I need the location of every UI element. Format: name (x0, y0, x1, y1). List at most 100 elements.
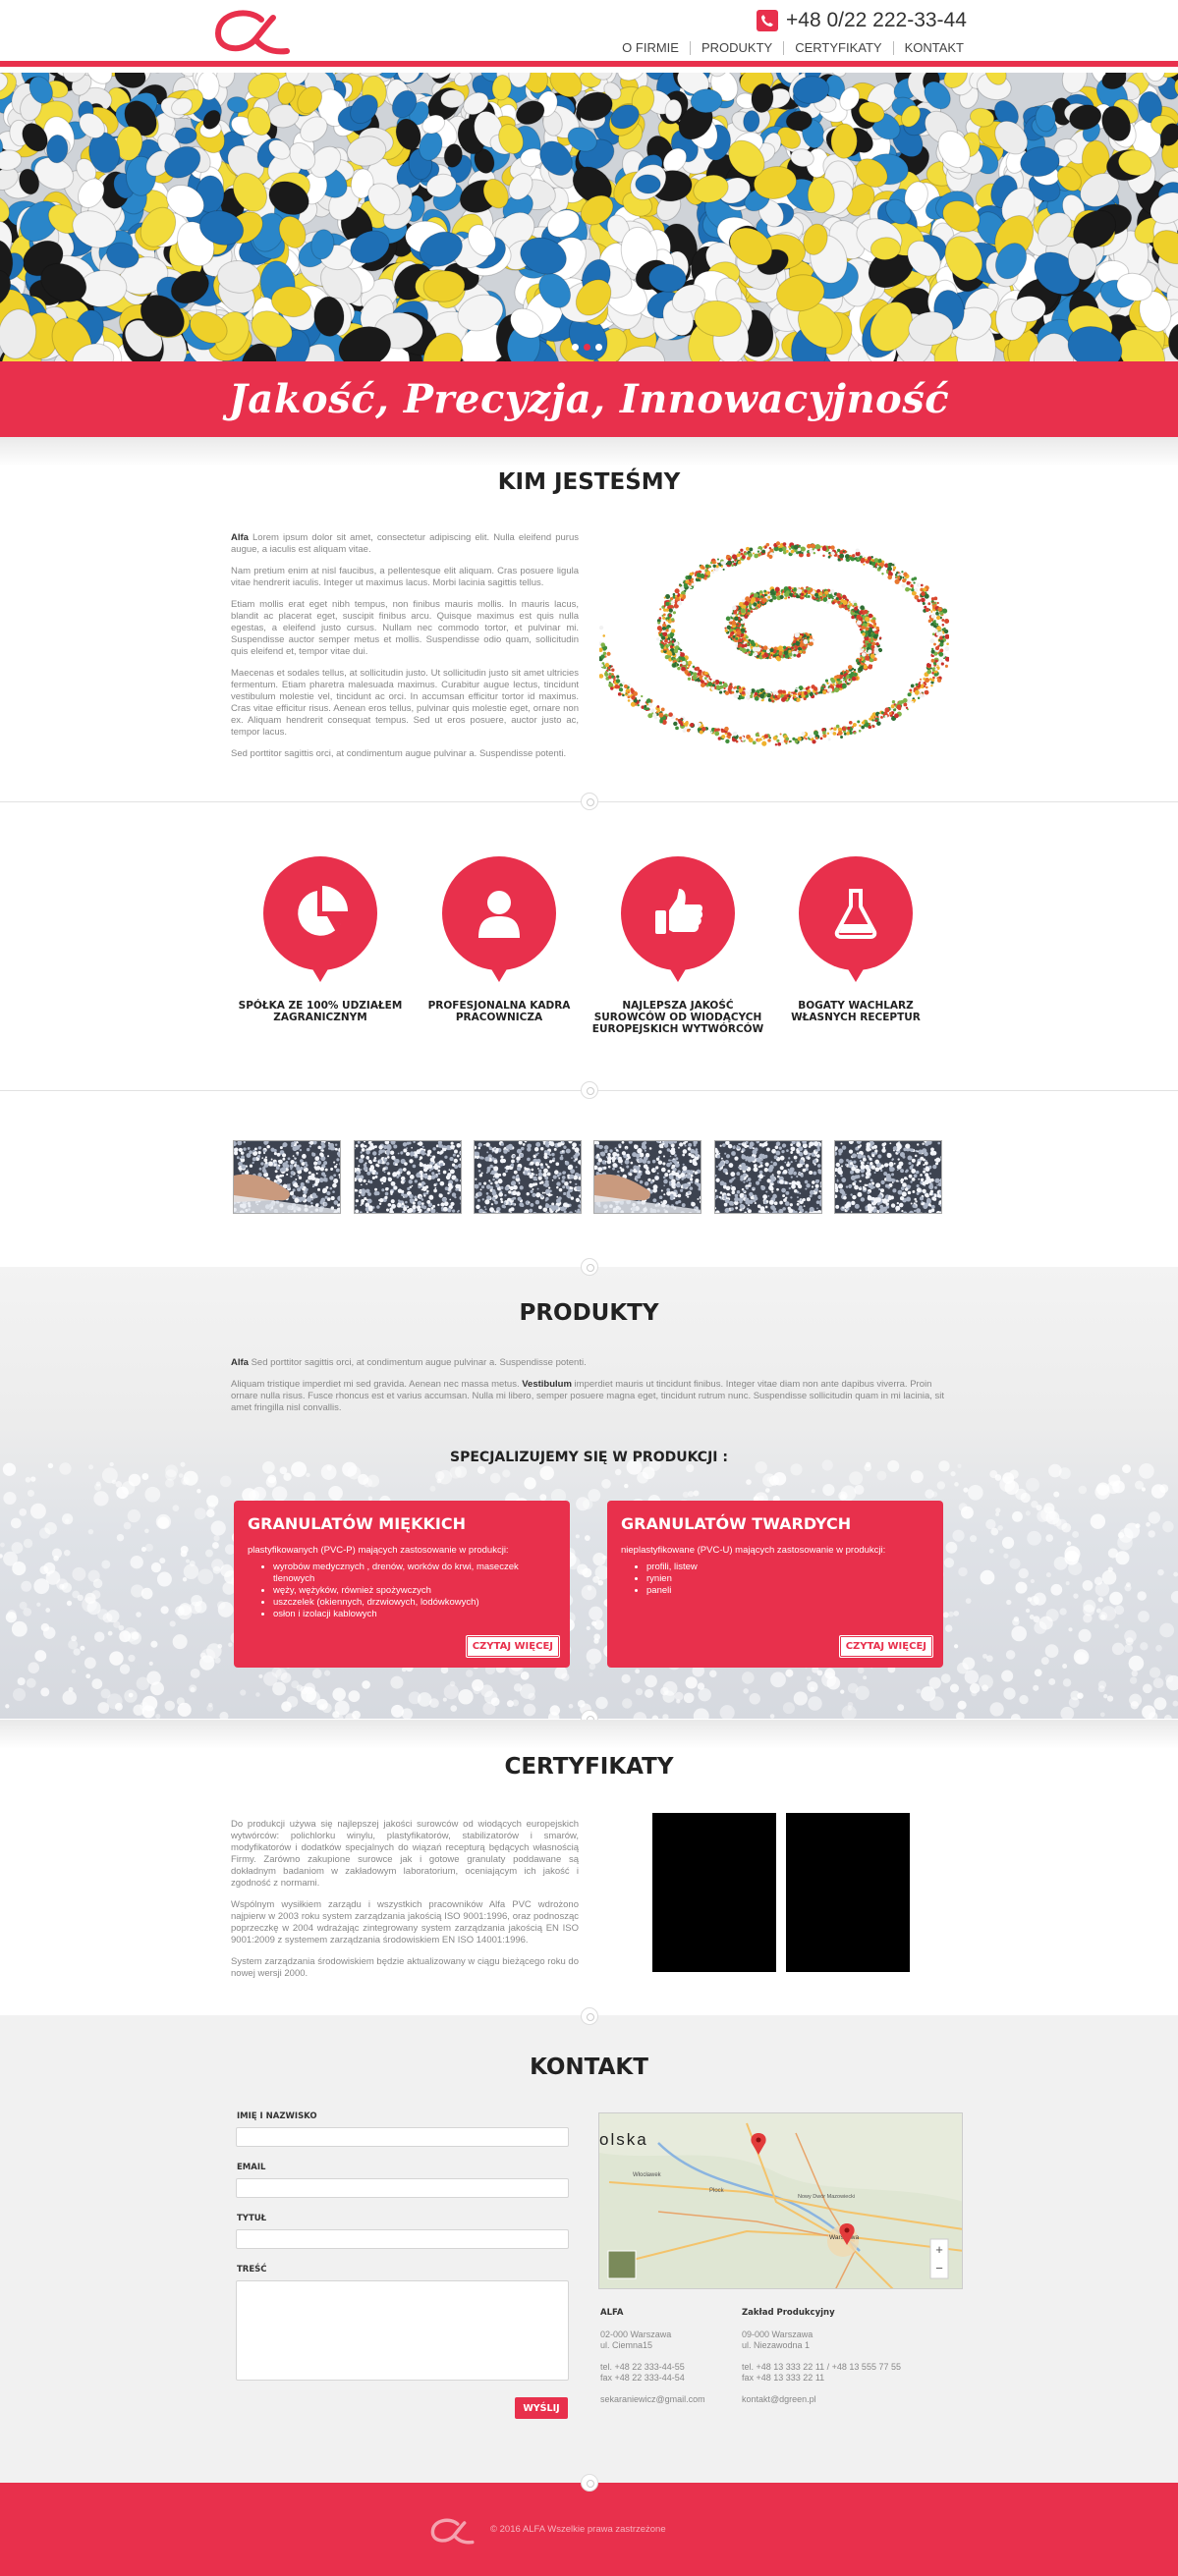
certs-title: CERTYFIKATY (504, 1754, 674, 1780)
products-section (0, 1267, 1178, 1719)
divider-icon (581, 1081, 598, 1099)
gallery-thumb[interactable] (714, 1140, 822, 1214)
list-item: profili, listew (646, 1562, 929, 1573)
divider-icon (581, 2474, 598, 2492)
copyright-text: © 2016 ALFA Wszelkie prawa zastrzeżone (490, 2524, 666, 2535)
divider-icon (581, 2007, 598, 2025)
name-input[interactable] (236, 2127, 569, 2147)
products-text: Alfa Sed porttitor sagittis orci, at con… (231, 1357, 946, 1424)
list-item: osłon i izolacji kablowych (273, 1609, 556, 1620)
read-more-button[interactable]: CZYTAJ WIĘCEJ (838, 1635, 933, 1658)
gallery-thumb[interactable] (474, 1140, 582, 1214)
address-plant: Zakład Produkcyjny 09-000 Warszawa ul. N… (742, 2307, 968, 2405)
divider-icon (581, 1258, 598, 1276)
address-line: ul. Niezawodna 1 (742, 2340, 811, 2350)
about-text: Alfa Lorem ipsum dolor sit amet, consect… (231, 532, 579, 770)
pie-chart-icon (298, 886, 348, 936)
address-company: ALFA 02-000 Warszawa ul. Ciemna15 tel. +… (600, 2307, 738, 2405)
message-textarea[interactable] (236, 2280, 569, 2381)
card-list: profili, listew rynien paneli (621, 1562, 929, 1597)
hero-slider (0, 73, 1178, 361)
phone-icon (757, 10, 778, 31)
email-label: EMAIL (237, 2163, 266, 2172)
footer-alpha-logo-icon[interactable] (425, 2516, 478, 2546)
address-phone: tel. +48 13 333 22 11 / +48 13 555 77 55 (742, 2362, 901, 2372)
gallery-image (594, 1141, 701, 1213)
list-item: rynien (646, 1573, 929, 1585)
products-p2-bold: Vestibulum (522, 1379, 572, 1390)
subject-input[interactable] (236, 2229, 569, 2249)
address-fax: fax +48 22 333-44-54 (600, 2373, 685, 2383)
card-title: GRANULATÓW TWARDYCH (621, 1514, 852, 1533)
about-p3: Etiam mollis erat eget nibh tempus, non … (231, 599, 579, 657)
divider-icon (581, 793, 598, 810)
nav-item-produkty[interactable]: PRODUKTY (689, 41, 783, 55)
flask-icon (834, 889, 877, 939)
feature-item: SPÓŁKA ZE 100% UDZIAŁEM ZAGRANICZNYM (232, 856, 409, 1023)
slider-dot-1[interactable] (572, 344, 579, 351)
feature-item: NAJLEPSZA JAKOŚĆ SUROWCÓW OD WIODĄCYCH E… (589, 856, 766, 1035)
hero-image (0, 73, 1178, 361)
slider-dot-2[interactable] (584, 344, 590, 351)
map[interactable]: + − olska Włocławek Płock Nowy Dwór Mazo… (598, 2112, 963, 2289)
gallery-image (715, 1141, 821, 1213)
read-more-button[interactable]: CZYTAJ WIĘCEJ (465, 1635, 560, 1658)
phone-text: +48 0/22 222-33-44 (786, 9, 967, 31)
certs-p3: System zarządzania środowiskiem będzie a… (231, 1956, 579, 1979)
list-item: paneli (646, 1585, 929, 1597)
address-line: 02-000 Warszawa (600, 2329, 672, 2339)
gallery-thumb[interactable] (834, 1140, 942, 1214)
address-line: ul. Ciemna15 (600, 2340, 653, 2350)
gallery-image (355, 1141, 461, 1213)
product-card-soft: GRANULATÓW MIĘKKICH plastyfikowanych (PV… (234, 1501, 570, 1668)
alpha-logo-icon[interactable] (210, 6, 293, 57)
section-shadow (0, 437, 1178, 466)
about-granules-image (599, 525, 949, 761)
about-p4: Maecenas et sodales tellus, at sollicitu… (231, 668, 579, 738)
address-phone: tel. +48 22 333-44-55 (600, 2362, 685, 2372)
feature-text: BOGATY WACHLARZ WŁASNYCH RECEPTUR (791, 1000, 921, 1023)
contact-title: KONTAKT (530, 2055, 648, 2080)
about-title: KIM JESTEŚMY (497, 469, 681, 495)
products-lead-bold: Alfa (231, 1357, 249, 1368)
gallery-thumb[interactable] (233, 1140, 341, 1214)
about-p1: Lorem ipsum dolor sit amet, consectetur … (231, 532, 579, 555)
certs-text: Do produkcji używa się najlepszej jakośc… (231, 1819, 579, 1990)
address-name: Zakład Produkcyjny (742, 2308, 835, 2318)
map-image: + − olska Włocławek Płock Nowy Dwór Mazo… (599, 2113, 962, 2288)
feature-item: BOGATY WACHLARZ WŁASNYCH RECEPTUR (767, 856, 944, 1023)
feature-text: SPÓŁKA ZE 100% UDZIAŁEM ZAGRANICZNYM (238, 1000, 403, 1023)
card-title: GRANULATÓW MIĘKKICH (248, 1514, 466, 1533)
site-header: +48 0/22 222-33-44 O FIRMIE PRODUKTY CER… (0, 0, 1178, 67)
slider-dots (572, 344, 602, 351)
address-name: ALFA (600, 2308, 624, 2318)
feature-item: PROFESJONALNA KADRA PRACOWNICZA (411, 856, 588, 1023)
thumbs-up-icon (655, 889, 703, 934)
main-nav: O FIRMIE PRODUKTY CERTYFIKATY KONTAKT (611, 41, 964, 55)
gallery-thumb[interactable] (354, 1140, 462, 1214)
certificate-image[interactable] (786, 1813, 910, 1972)
certs-p1: Do produkcji używa się najlepszej jakośc… (231, 1819, 579, 1889)
gallery-thumb[interactable] (593, 1140, 701, 1214)
certificate-image[interactable] (652, 1813, 776, 1972)
address-email[interactable]: kontakt@dgreen.pl (742, 2394, 816, 2404)
nav-item-kontakt[interactable]: KONTAKT (892, 41, 964, 55)
send-button[interactable]: WYŚLIJ (515, 2397, 568, 2419)
feature-text: PROFESJONALNA KADRA PRACOWNICZA (427, 1000, 571, 1023)
address-line: 09-000 Warszawa (742, 2329, 813, 2339)
about-p2: Nam pretium enim at nisl faucibus, a pel… (231, 566, 579, 588)
feature-text: NAJLEPSZA JAKOŚĆ SUROWCÓW OD WIODĄCYCH E… (591, 1000, 764, 1035)
slider-dot-3[interactable] (595, 344, 602, 351)
certs-p2: Wspólnym wysiłkiem zarządu i wszystkich … (231, 1899, 579, 1946)
name-label: IMIĘ I NAZWISKO (237, 2111, 317, 2121)
section-shadow (0, 1720, 1178, 1749)
phone-number[interactable]: +48 0/22 222-33-44 (757, 8, 967, 33)
nav-item-certyfikaty[interactable]: CERTYFIKATY (783, 41, 892, 55)
map-town-label: Płock (709, 2188, 725, 2194)
address-email[interactable]: sekaraniewicz@gmail.com (600, 2394, 705, 2404)
nav-item-o-firmie[interactable]: O FIRMIE (611, 41, 690, 55)
products-title: PRODUKTY (519, 1300, 659, 1326)
email-input[interactable] (236, 2178, 569, 2198)
map-country-label: olska (599, 2130, 648, 2149)
about-p5: Sed porttitor sagittis orci, at condimen… (231, 748, 567, 759)
